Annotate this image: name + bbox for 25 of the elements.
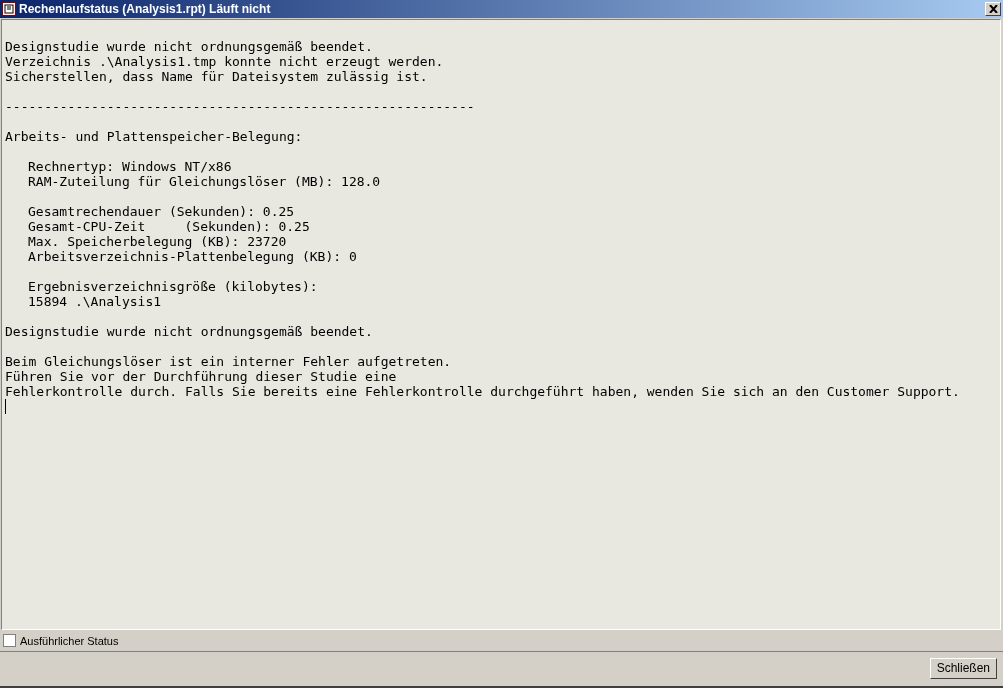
log-line: Führen Sie vor der Durchführung dieser Studie eine	[5, 369, 397, 384]
log-line: ------------------------------------------------------------	[5, 99, 475, 114]
close-button[interactable]	[985, 2, 1001, 16]
close-dialog-button[interactable]: Schließen	[929, 657, 997, 679]
log-line: Max. Speicherbelegung (KB): 23720	[28, 234, 287, 249]
log-line: Rechnertyp: Windows NT/x86	[28, 159, 232, 174]
log-line: Designstudie wurde nicht ordnungsgemäß beendet.	[5, 324, 373, 339]
log-line: 15894 .\Analysis1	[28, 294, 162, 309]
close-icon	[988, 5, 998, 13]
log-line: Ergebnisverzeichnisgröße (kilobytes):	[28, 279, 318, 294]
checkbox-label: Ausführlicher Status	[20, 634, 119, 647]
text-cursor	[5, 399, 6, 414]
log-line: RAM-Zuteilung für Gleichungslöser (MB): 128.0	[28, 174, 381, 189]
detailed-status-checkbox[interactable]	[3, 634, 16, 647]
log-line: Verzeichnis .\Analysis1.tmp konnte nicht erzeugt werden.	[5, 54, 444, 69]
log-line: Beim Gleichungslöser ist ein interner Fehler aufgetreten.	[5, 354, 452, 369]
log-line: Gesamtrechendauer (Sekunden): 0.25	[28, 204, 295, 219]
log-line: Gesamt-CPU-Zeit (Sekunden): 0.25	[28, 219, 310, 234]
log-line: Designstudie wurde nicht ordnungsgemäß beendet.	[5, 39, 373, 54]
log-line: Arbeits- und Plattenspeicher-Belegung:	[5, 129, 303, 144]
log-line: Sicherstellen, dass Name für Dateisystem zulässig ist.	[5, 69, 428, 84]
log-line: Arbeitsverzeichnis-Plattenbelegung (KB): 0	[28, 249, 357, 264]
log-line: Fehlerkontrolle durch. Falls Sie bereits eine Fehlerkontrolle durchgeführt haben, wenden Sie sich an den Customer Support.	[5, 384, 960, 399]
window-icon	[2, 2, 16, 16]
window-title: Rechenlaufstatus (Analysis1.rpt) Läuft nicht	[19, 2, 272, 16]
